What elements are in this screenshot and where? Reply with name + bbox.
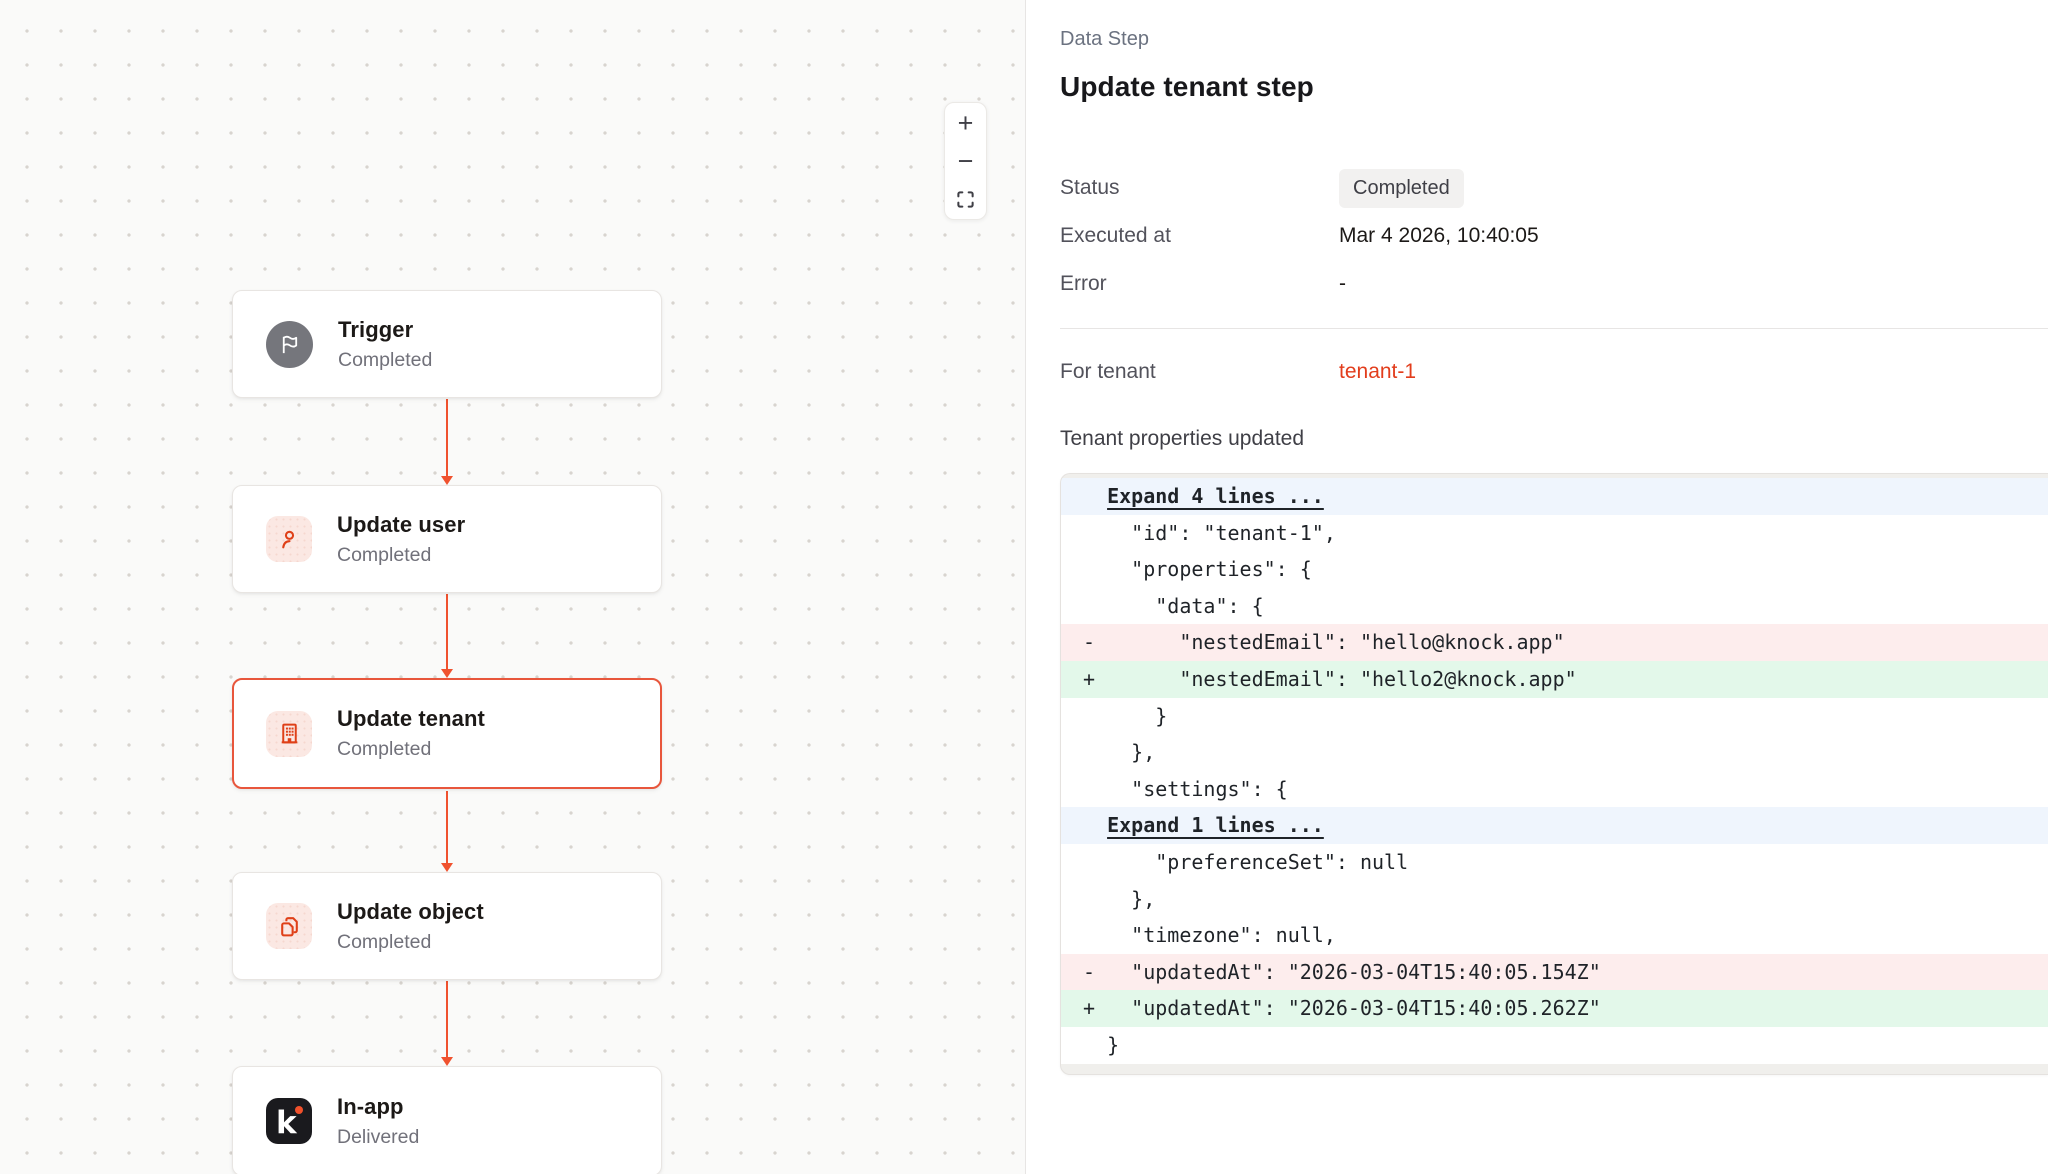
status-badge: Completed	[1339, 169, 1464, 208]
diff-gutter-sign: -	[1083, 954, 1107, 991]
page-title: Update tenant step	[1060, 70, 2048, 104]
diff-gutter-sign	[1083, 844, 1107, 881]
fullscreen-icon	[956, 190, 975, 209]
workflow-node-trigger[interactable]: Trigger Completed	[232, 290, 662, 398]
diff-gutter-sign	[1083, 917, 1107, 954]
diff-gutter-sign	[1083, 734, 1107, 771]
diff-gutter-sign: +	[1083, 990, 1107, 1027]
workflow-edge	[446, 981, 448, 1057]
flag-icon	[266, 321, 313, 368]
section-title: Tenant properties updated	[1060, 427, 2048, 451]
node-status: Completed	[337, 931, 484, 954]
field-label: Executed at	[1060, 224, 1339, 248]
diff-line: "preferenceSet": null	[1061, 844, 2048, 881]
zoom-in-button[interactable]: +	[945, 105, 986, 141]
user-icon	[266, 516, 312, 562]
diff-line: },	[1061, 881, 2048, 918]
copy-icon	[266, 903, 312, 949]
diff-gutter-sign	[1083, 551, 1107, 588]
diff-line: + "nestedEmail": "hello2@knock.app"	[1061, 661, 2048, 698]
field-value: Mar 4 2026, 10:40:05	[1339, 224, 1539, 248]
workflow-edge	[446, 594, 448, 669]
diff-line: "properties": {	[1061, 551, 2048, 588]
workflow-node-update-tenant[interactable]: Update tenant Completed	[232, 678, 662, 789]
diff-expand-row[interactable]: Expand 1 lines ...	[1061, 807, 2048, 844]
node-status: Delivered	[337, 1126, 419, 1149]
field-row-error: Error -	[1060, 260, 2048, 308]
json-diff-viewer: Expand 4 lines ... "id": "tenant-1", "pr…	[1060, 473, 2048, 1075]
step-type-label: Data Step	[1060, 27, 2048, 51]
diff-gutter-sign	[1083, 478, 1107, 515]
diff-line: }	[1061, 698, 2048, 735]
field-label: For tenant	[1060, 360, 1339, 384]
diff-line: "settings": {	[1061, 771, 2048, 808]
workflow-node-update-user[interactable]: Update user Completed	[232, 485, 662, 593]
node-title: Update user	[337, 512, 465, 538]
field-label: Status	[1060, 176, 1339, 200]
diff-line: }	[1061, 1027, 2048, 1064]
diff-gutter-sign	[1083, 698, 1107, 735]
diff-expand-row[interactable]: Expand 4 lines ...	[1061, 478, 2048, 515]
knock-icon: k	[266, 1098, 312, 1144]
diff-gutter-sign	[1083, 1027, 1107, 1064]
node-title: Trigger	[338, 317, 432, 343]
field-row-status: Status Completed	[1060, 164, 2048, 212]
node-status: Completed	[337, 544, 465, 567]
workflow-node-update-object[interactable]: Update object Completed	[232, 872, 662, 980]
workflow-canvas[interactable]: + − Trigger Completed	[0, 0, 1026, 1174]
diff-gutter-sign	[1083, 588, 1107, 625]
diff-line: - "nestedEmail": "hello@knock.app"	[1061, 624, 2048, 661]
diff-gutter-sign	[1083, 881, 1107, 918]
diff-line: },	[1061, 734, 2048, 771]
diff-gutter-sign: -	[1083, 624, 1107, 661]
node-title: Update object	[337, 899, 484, 925]
field-row-executed-at: Executed at Mar 4 2026, 10:40:05	[1060, 212, 2048, 260]
diff-gutter-sign	[1083, 515, 1107, 552]
workflow-node-in-app[interactable]: k In-app Delivered	[232, 1066, 662, 1174]
diff-gutter-sign: +	[1083, 661, 1107, 698]
node-status: Completed	[338, 349, 432, 372]
section-divider	[1060, 328, 2048, 329]
building-icon	[266, 711, 312, 757]
zoom-out-button[interactable]: −	[945, 143, 986, 179]
diff-line: - "updatedAt": "2026-03-04T15:40:05.154Z…	[1061, 954, 2048, 991]
node-status: Completed	[337, 738, 485, 761]
workflow-edge	[446, 399, 448, 476]
diff-line: + "updatedAt": "2026-03-04T15:40:05.262Z…	[1061, 990, 2048, 1027]
diff-line: "id": "tenant-1",	[1061, 515, 2048, 552]
fit-view-button[interactable]	[945, 181, 986, 217]
step-detail-panel: Data Step Update tenant step Status Comp…	[1027, 0, 2048, 1174]
field-value: -	[1339, 272, 1346, 296]
field-label: Error	[1060, 272, 1339, 296]
diff-line: "data": {	[1061, 588, 2048, 625]
field-row-for-tenant: For tenant tenant-1	[1060, 357, 2048, 387]
workflow-edge	[446, 791, 448, 863]
diff-gutter-sign	[1083, 771, 1107, 808]
tenant-link[interactable]: tenant-1	[1339, 360, 1416, 384]
diff-line: "timezone": null,	[1061, 917, 2048, 954]
diff-gutter-sign	[1083, 807, 1107, 844]
node-title: Update tenant	[337, 706, 485, 732]
node-title: In-app	[337, 1094, 419, 1120]
step-info-fields: Status Completed Executed at Mar 4 2026,…	[1060, 164, 2048, 308]
canvas-zoom-toolbar: + −	[944, 102, 987, 220]
